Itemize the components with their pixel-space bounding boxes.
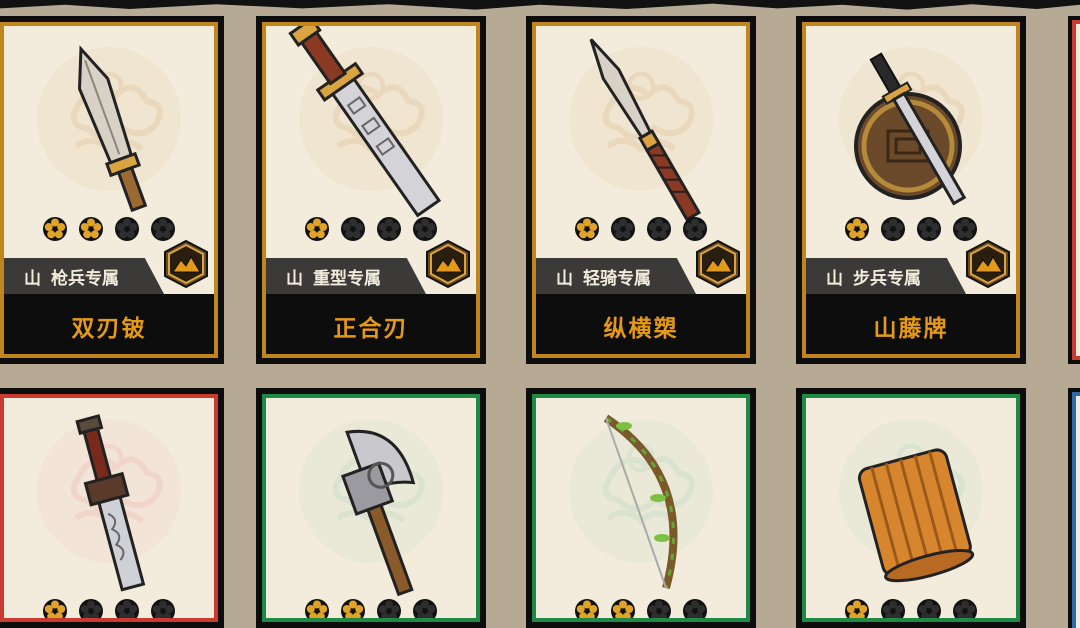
unit-type-tag: 山 重型专属 [266, 258, 426, 294]
unit-type-label: 轻骑专属 [583, 268, 651, 289]
terrain-label: 山 [556, 268, 573, 289]
star-empty-icon [646, 598, 672, 618]
equipment-name: 山藤牌 [806, 294, 1016, 354]
unit-type-label: 步兵专属 [853, 268, 921, 289]
equipment-card[interactable]: 山 重型专属 正合刃 [256, 16, 486, 364]
mountain-terrain-badge-icon [966, 240, 1010, 288]
vine-bow-icon [566, 408, 716, 590]
unit-type-tag: 山 步兵专属 [806, 258, 966, 294]
star-filled-icon [610, 598, 636, 618]
star-empty-icon [682, 216, 708, 242]
star-filled-icon [844, 598, 870, 618]
star-empty-icon [114, 598, 140, 618]
equipment-name: 双刃铍 [4, 294, 214, 354]
star-empty-icon [412, 216, 438, 242]
star-rating [266, 598, 476, 618]
terrain-label: 山 [826, 268, 843, 289]
round-shield-sword-icon [836, 36, 986, 216]
star-empty-icon [916, 216, 942, 242]
torn-paper-top-edge [0, 0, 1080, 10]
edge-card-right-top [1068, 16, 1080, 364]
star-empty-icon [610, 216, 636, 242]
star-empty-icon [376, 598, 402, 618]
edge-card-right-bottom [1068, 388, 1080, 628]
star-empty-icon [114, 216, 140, 242]
star-filled-icon [340, 598, 366, 618]
equipment-card[interactable]: 山 枪兵专属 双刃铍 [0, 16, 224, 364]
star-empty-icon [880, 598, 906, 618]
star-empty-icon [340, 216, 366, 242]
equipment-card[interactable]: 山 轻骑专属 纵横槊 [526, 16, 756, 364]
unit-type-tag: 山 轻骑专属 [536, 258, 696, 294]
star-empty-icon [952, 598, 978, 618]
star-empty-icon [880, 216, 906, 242]
star-rating [806, 598, 1016, 618]
star-filled-icon [304, 216, 330, 242]
terrain-label: 山 [286, 268, 303, 289]
lance-icon [566, 36, 716, 222]
star-empty-icon [78, 598, 104, 618]
broadsword-icon [288, 26, 446, 218]
mountain-terrain-badge-icon [696, 240, 740, 288]
mountain-terrain-badge-icon [426, 240, 470, 288]
star-filled-icon [42, 216, 68, 242]
star-empty-icon [682, 598, 708, 618]
star-filled-icon [78, 216, 104, 242]
star-empty-icon [916, 598, 942, 618]
star-empty-icon [952, 216, 978, 242]
star-filled-icon [574, 216, 600, 242]
star-rating [4, 598, 214, 618]
unit-type-label: 枪兵专属 [51, 268, 119, 289]
star-empty-icon [376, 216, 402, 242]
equipment-card[interactable] [796, 388, 1026, 628]
star-empty-icon [412, 598, 438, 618]
star-filled-icon [304, 598, 330, 618]
star-filled-icon [844, 216, 870, 242]
bamboo-scroll-icon [836, 408, 986, 588]
unit-type-tag: 山 枪兵专属 [4, 258, 164, 294]
spear-blade-icon [34, 36, 184, 216]
star-filled-icon [42, 598, 68, 618]
star-rating [536, 216, 746, 242]
equipment-card[interactable] [526, 388, 756, 628]
star-rating [536, 598, 746, 618]
equipment-card[interactable]: 山 步兵专属 山藤牌 [796, 16, 1026, 364]
star-rating [266, 216, 476, 242]
battle-axe-icon [296, 408, 446, 597]
star-rating [4, 216, 214, 242]
equipment-name: 纵横槊 [536, 294, 746, 354]
short-sword-icon [34, 408, 184, 592]
equipment-card[interactable] [0, 388, 224, 628]
star-empty-icon [150, 216, 176, 242]
equipment-name: 正合刃 [266, 294, 476, 354]
mountain-terrain-badge-icon [164, 240, 208, 288]
star-empty-icon [150, 598, 176, 618]
star-filled-icon [574, 598, 600, 618]
star-rating [806, 216, 1016, 242]
terrain-label: 山 [24, 268, 41, 289]
star-empty-icon [646, 216, 672, 242]
unit-type-label: 重型专属 [313, 268, 381, 289]
equipment-card[interactable] [256, 388, 486, 628]
